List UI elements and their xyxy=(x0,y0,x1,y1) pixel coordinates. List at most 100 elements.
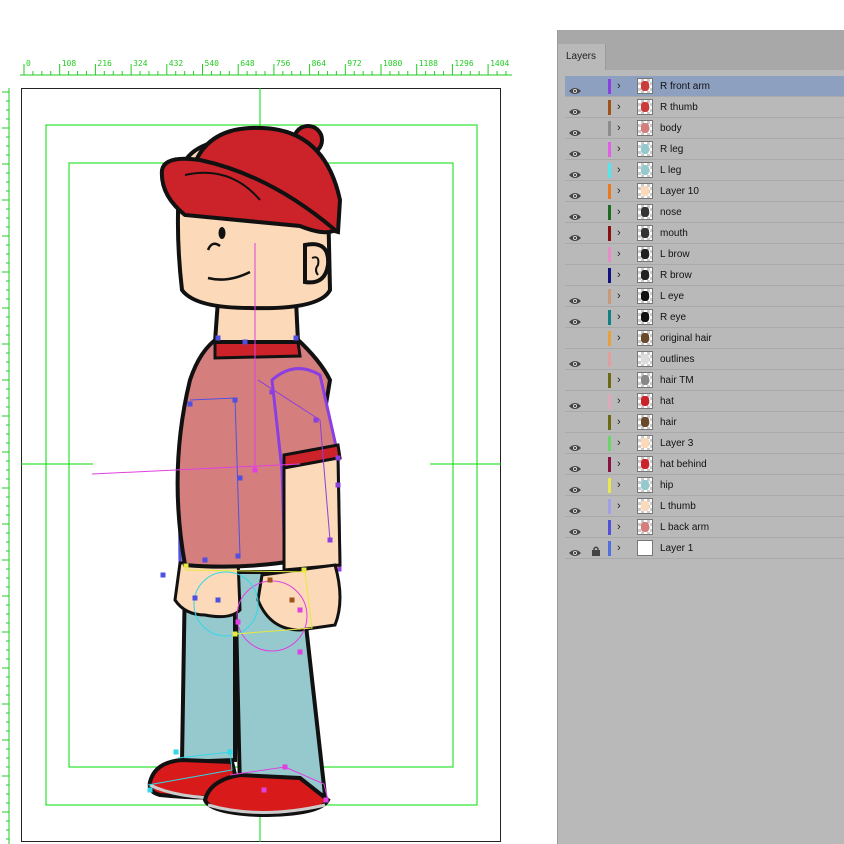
visibility-eye-icon[interactable] xyxy=(569,313,581,325)
layer-row[interactable]: outlines xyxy=(565,349,844,370)
layer-row[interactable]: › hat behind xyxy=(565,454,844,475)
visibility-eye-icon[interactable] xyxy=(569,481,581,493)
anchor-point[interactable] xyxy=(202,557,208,563)
anchor-point[interactable] xyxy=(269,389,275,395)
layer-name[interactable]: hat xyxy=(660,391,674,412)
chevron-right-icon[interactable]: › xyxy=(617,479,627,491)
anchor-point[interactable] xyxy=(297,607,303,613)
tab-layers[interactable]: Layers xyxy=(558,44,606,70)
visibility-eye-icon[interactable] xyxy=(569,103,581,115)
visibility-toggle[interactable] xyxy=(569,271,581,279)
layer-name[interactable]: L eye xyxy=(660,286,684,307)
layer-row[interactable]: › hip xyxy=(565,475,844,496)
anchor-point[interactable] xyxy=(183,563,189,569)
layer-name[interactable]: outlines xyxy=(660,349,694,370)
chevron-right-icon[interactable]: › xyxy=(617,206,627,218)
anchor-point[interactable] xyxy=(313,417,319,423)
anchor-point[interactable] xyxy=(187,401,193,407)
visibility-eye-icon[interactable] xyxy=(569,124,581,136)
anchor-point[interactable] xyxy=(297,649,303,655)
layer-row[interactable]: › nose xyxy=(565,202,844,223)
layer-name[interactable]: hair TM xyxy=(660,370,694,391)
layer-name[interactable]: Layer 3 xyxy=(660,433,693,454)
chevron-right-icon[interactable]: › xyxy=(617,458,627,470)
layer-name[interactable]: R eye xyxy=(660,307,686,328)
layer-row[interactable]: › L thumb xyxy=(565,496,844,517)
anchor-point[interactable] xyxy=(237,475,243,481)
anchor-point[interactable] xyxy=(235,553,241,559)
anchor-point[interactable] xyxy=(282,764,288,770)
chevron-right-icon[interactable]: › xyxy=(617,269,627,281)
layer-row[interactable]: › R leg xyxy=(565,139,844,160)
layer-name[interactable]: R front arm xyxy=(660,76,710,97)
layer-name[interactable]: Layer 10 xyxy=(660,181,699,202)
layer-name[interactable]: L thumb xyxy=(660,496,696,517)
layer-row[interactable]: › L leg xyxy=(565,160,844,181)
layer-name[interactable]: L leg xyxy=(660,160,681,181)
chevron-right-icon[interactable]: › xyxy=(617,437,627,449)
visibility-eye-icon[interactable] xyxy=(569,439,581,451)
visibility-eye-icon[interactable] xyxy=(569,544,581,556)
layer-row[interactable]: › hair xyxy=(565,412,844,433)
layer-name[interactable]: L brow xyxy=(660,244,690,265)
layer-name[interactable]: body xyxy=(660,118,682,139)
anchor-point[interactable] xyxy=(327,537,333,543)
chevron-right-icon[interactable]: › xyxy=(617,185,627,197)
visibility-eye-icon[interactable] xyxy=(569,502,581,514)
chevron-right-icon[interactable]: › xyxy=(617,542,627,554)
layer-row[interactable]: › R front arm xyxy=(565,76,844,97)
panel-title-bar[interactable] xyxy=(558,30,844,44)
layer-row[interactable]: › hat xyxy=(565,391,844,412)
layer-name[interactable]: L back arm xyxy=(660,517,709,538)
visibility-toggle[interactable] xyxy=(569,250,581,258)
visibility-eye-icon[interactable] xyxy=(569,355,581,367)
layer-row[interactable]: › Layer 3 xyxy=(565,433,844,454)
visibility-eye-icon[interactable] xyxy=(569,145,581,157)
anchor-point[interactable] xyxy=(160,572,166,578)
anchor-point[interactable] xyxy=(301,567,307,573)
anchor-point[interactable] xyxy=(192,595,198,601)
layer-row[interactable]: › R eye xyxy=(565,307,844,328)
layer-name[interactable]: R leg xyxy=(660,139,683,160)
chevron-right-icon[interactable]: › xyxy=(617,143,627,155)
layer-row[interactable]: › original hair xyxy=(565,328,844,349)
layer-row[interactable]: › R brow xyxy=(565,265,844,286)
chevron-right-icon[interactable]: › xyxy=(617,248,627,260)
chevron-right-icon[interactable]: › xyxy=(617,227,627,239)
visibility-eye-icon[interactable] xyxy=(569,523,581,535)
chevron-right-icon[interactable]: › xyxy=(617,290,627,302)
anchor-point[interactable] xyxy=(215,597,221,603)
layer-name[interactable]: nose xyxy=(660,202,682,223)
anchor-point[interactable] xyxy=(242,339,248,345)
chevron-right-icon[interactable]: › xyxy=(617,332,627,344)
layer-name[interactable]: hat behind xyxy=(660,454,707,475)
layer-name[interactable]: R brow xyxy=(660,265,692,286)
anchor-point[interactable] xyxy=(227,749,233,755)
layer-name[interactable]: hip xyxy=(660,475,673,496)
anchor-point[interactable] xyxy=(323,797,329,803)
layer-name[interactable]: R thumb xyxy=(660,97,698,118)
layer-row[interactable]: › L back arm xyxy=(565,517,844,538)
layer-row[interactable]: › L eye xyxy=(565,286,844,307)
anchor-point[interactable] xyxy=(335,482,341,488)
visibility-eye-icon[interactable] xyxy=(569,292,581,304)
layer-name[interactable]: mouth xyxy=(660,223,688,244)
anchor-point[interactable] xyxy=(235,619,241,625)
visibility-eye-icon[interactable] xyxy=(569,166,581,178)
chevron-right-icon[interactable]: › xyxy=(617,311,627,323)
layer-name[interactable]: hair xyxy=(660,412,677,433)
visibility-eye-icon[interactable] xyxy=(569,187,581,199)
anchor-point[interactable] xyxy=(147,787,153,793)
visibility-toggle[interactable] xyxy=(569,418,581,426)
chevron-right-icon[interactable]: › xyxy=(617,500,627,512)
lock-icon[interactable] xyxy=(591,543,601,556)
layer-row[interactable]: › L brow xyxy=(565,244,844,265)
layer-row[interactable]: › Layer 1 xyxy=(565,538,844,559)
chevron-right-icon[interactable]: › xyxy=(617,122,627,134)
anchor-point[interactable] xyxy=(173,749,179,755)
visibility-toggle[interactable] xyxy=(569,334,581,342)
anchor-point[interactable] xyxy=(261,787,267,793)
chevron-right-icon[interactable]: › xyxy=(617,374,627,386)
chevron-right-icon[interactable]: › xyxy=(617,164,627,176)
layer-row[interactable]: › R thumb xyxy=(565,97,844,118)
